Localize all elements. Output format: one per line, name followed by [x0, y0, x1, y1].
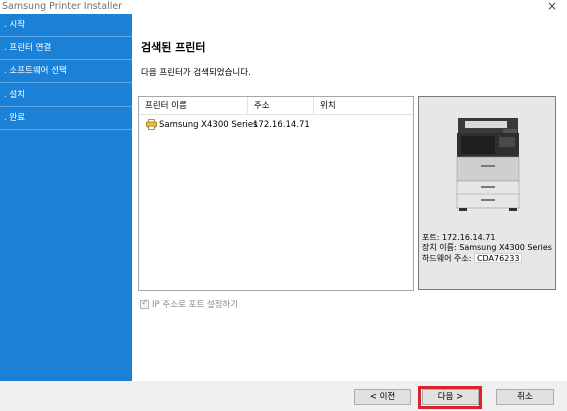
hardware-address-value: CDA76233 [473, 253, 523, 263]
hardware-address-label: 하드웨어 주소: [422, 254, 472, 263]
printer-preview-panel: 포트: 172.16.14.71 장치 이름: Samsung X4300 Se… [418, 96, 556, 290]
sidebar-item-software-selection: . 소프트웨어 선택 [0, 60, 132, 83]
next-button-highlight [418, 386, 482, 409]
printer-address: 172.16.14.71 [253, 120, 310, 130]
page-title: 검색된 프린터 [141, 41, 206, 54]
hardware-address-info: 하드웨어 주소: CDA76233 [422, 253, 523, 264]
title-bar: Samsung Printer Installer × [0, 0, 567, 14]
sidebar-item-printer-connection: . 프린터 연결 [0, 37, 132, 60]
back-button[interactable]: < 이전 [354, 389, 411, 405]
checkmark-icon: ✓ [141, 297, 149, 308]
list-header: 프린터 이름 주소 위치 [139, 97, 413, 115]
printer-list[interactable]: 프린터 이름 주소 위치 Samsung X4300 Series 172.16… [138, 96, 414, 291]
device-name-value: Samsung X4300 Series [459, 243, 552, 252]
ip-port-label: IP 주소로 포트 설정하기 [152, 300, 239, 310]
ip-port-checkbox[interactable]: ✓ [140, 297, 149, 309]
cancel-button[interactable]: 취소 [496, 389, 554, 405]
column-header-location[interactable]: 위치 [314, 97, 413, 115]
device-name-label: 장치 이름: [422, 243, 457, 252]
column-header-printer-name[interactable]: 프린터 이름 [139, 97, 247, 115]
sidebar-item-install: . 설치 [0, 84, 132, 107]
port-value: 172.16.14.71 [441, 233, 496, 242]
sidebar-item-complete: . 완료 [0, 107, 132, 130]
sidebar: . 시작 . 프린터 연결 . 소프트웨어 선택 . 설치 . 완료 [0, 14, 132, 381]
sidebar-item-start: . 시작 [0, 14, 132, 37]
device-name-info: 장치 이름: Samsung X4300 Series [422, 243, 552, 253]
ip-port-option[interactable]: ✓ IP 주소로 포트 설정하기 [140, 298, 238, 310]
printer-name: Samsung X4300 Series [159, 120, 258, 130]
port-label: 포트: [422, 233, 440, 242]
printer-image [456, 118, 520, 211]
port-info: 포트: 172.16.14.71 [422, 233, 495, 243]
column-header-address[interactable]: 주소 [248, 97, 313, 115]
printer-icon [146, 119, 157, 130]
window-title: Samsung Printer Installer [2, 1, 123, 12]
close-icon[interactable]: × [547, 0, 557, 13]
page-description: 다음 프린터가 검색되었습니다. [141, 68, 251, 78]
table-row[interactable]: Samsung X4300 Series 172.16.14.71 [139, 117, 413, 133]
